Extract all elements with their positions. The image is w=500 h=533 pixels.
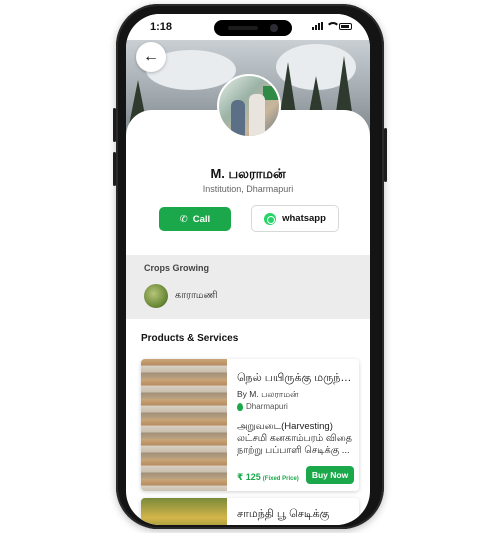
location-pin-icon bbox=[237, 402, 243, 411]
signal-icon bbox=[312, 22, 323, 30]
product-image bbox=[141, 498, 227, 525]
profile-name: M. பலராமன் bbox=[210, 166, 286, 181]
crop-label: காராமணி bbox=[175, 290, 218, 301]
product-description: அறுவடை(Harvesting) லட்சமி கனகாம்பரம் வித… bbox=[237, 421, 355, 457]
product-image bbox=[141, 359, 227, 491]
products-title: Products & Services bbox=[141, 333, 239, 344]
buy-now-button[interactable]: Buy Now bbox=[306, 466, 354, 484]
phone-side-button-left-2 bbox=[113, 152, 116, 186]
avatar-person bbox=[231, 100, 245, 136]
call-button-label: Call bbox=[192, 213, 211, 225]
back-button[interactable]: ← bbox=[136, 42, 166, 72]
avatar-person bbox=[249, 94, 265, 136]
avatar bbox=[217, 74, 281, 138]
status-icons bbox=[312, 22, 352, 30]
crops-title: Crops Growing bbox=[144, 263, 209, 273]
arrow-left-icon: ← bbox=[143, 48, 159, 65]
product-price: ₹ 125 (Fixed Price) bbox=[237, 472, 299, 483]
whatsapp-button-label: whatsapp bbox=[282, 213, 326, 224]
call-button[interactable]: ✆ Call bbox=[159, 207, 231, 231]
avatar-background-sign bbox=[263, 86, 279, 100]
app-screen: 1:18 ← M. பலராமன் Institution, Dharmapur… bbox=[126, 14, 370, 525]
product-price-value: ₹ 125 bbox=[237, 472, 261, 482]
whatsapp-button[interactable]: whatsapp bbox=[251, 205, 339, 232]
profile-subtitle: Institution, Dharmapuri bbox=[202, 184, 294, 194]
crop-thumbnail bbox=[144, 284, 168, 308]
product-title: சாமந்தி பூ செடிக்கு bbox=[237, 508, 330, 520]
camera-dot bbox=[270, 24, 278, 32]
product-price-note: (Fixed Price) bbox=[262, 476, 299, 482]
product-seller: By M. பலராமன் bbox=[237, 389, 299, 399]
wifi-icon bbox=[326, 22, 340, 30]
status-bar: 1:18 bbox=[126, 14, 370, 40]
product-title: நெல் பயிருக்கு மருந்… bbox=[237, 372, 352, 384]
product-description-line: நாற்று பப்பாளி செடிக்கு ... bbox=[237, 445, 350, 456]
phone-icon: ✆ bbox=[179, 213, 188, 225]
product-card[interactable]: சாமந்தி பூ செடிக்கு bbox=[141, 498, 359, 525]
battery-icon bbox=[339, 23, 352, 30]
crops-section: Crops Growing காராமணி bbox=[126, 255, 370, 319]
product-card[interactable]: நெல் பயிருக்கு மருந்… By M. பலராமன் Dhar… bbox=[141, 359, 359, 491]
crop-item[interactable]: காராமணி bbox=[144, 284, 218, 308]
speaker-slot bbox=[228, 26, 258, 30]
product-description-line: லட்சமி கனகாம்பரம் விதை bbox=[237, 433, 352, 444]
phone-side-button-left bbox=[113, 108, 116, 142]
product-location: Dharmapuri bbox=[237, 402, 288, 411]
product-description-line: அறுவடை(Harvesting) bbox=[237, 421, 333, 432]
whatsapp-icon bbox=[264, 212, 277, 225]
status-time: 1:18 bbox=[150, 21, 173, 33]
product-location-label: Dharmapuri bbox=[246, 402, 288, 411]
dynamic-island bbox=[214, 20, 292, 36]
phone-side-button-right bbox=[384, 128, 387, 182]
